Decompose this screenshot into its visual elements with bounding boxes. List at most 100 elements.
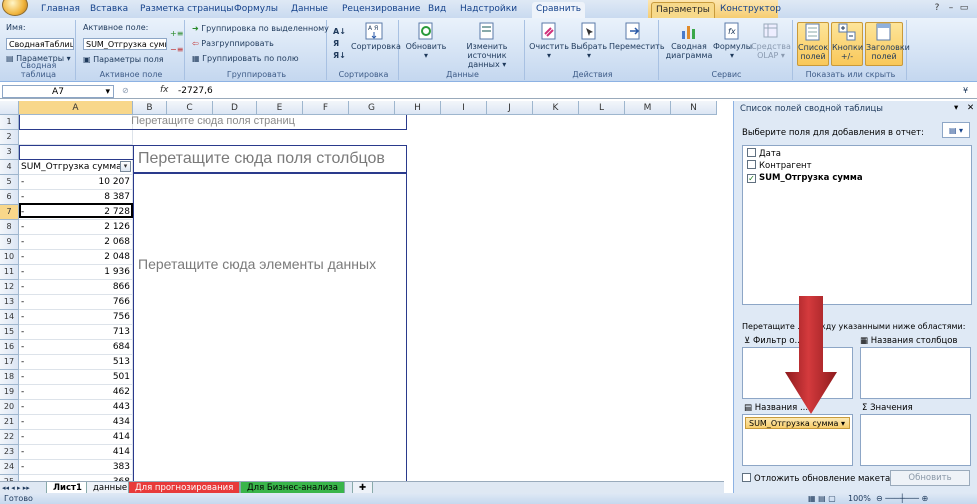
column-header-b[interactable]: B xyxy=(133,101,167,115)
table-row[interactable]: - 1 936 xyxy=(19,265,133,280)
restore-icon[interactable]: ▭ xyxy=(957,2,971,15)
change-source-button[interactable]: Изменить источник данных ▾ xyxy=(451,22,523,69)
row-header[interactable]: 8 xyxy=(0,220,19,235)
row-header[interactable]: 1 xyxy=(0,115,19,130)
table-row[interactable]: - 713 xyxy=(19,325,133,340)
column-header-m[interactable]: M xyxy=(625,101,671,115)
sort-az-icon[interactable]: A↓ Я xyxy=(333,26,346,48)
field-item-counterparty[interactable]: Контрагент xyxy=(747,160,812,172)
row-header[interactable]: 14 xyxy=(0,310,19,325)
tab-formulas[interactable]: Формулы xyxy=(230,2,282,18)
group-selection-button[interactable]: ➜ Группировка по выделенному xyxy=(192,23,329,35)
table-row[interactable]: - 513 xyxy=(19,355,133,370)
row-header[interactable]: 18 xyxy=(0,370,19,385)
field-params-button[interactable]: ▣ Параметры поля xyxy=(83,54,164,66)
sort-za-icon[interactable]: Я↓ xyxy=(333,50,346,62)
pivot-name-input[interactable]: СводнаяТаблица1 xyxy=(6,38,74,50)
row-header[interactable]: 21 xyxy=(0,415,19,430)
column-header-c[interactable]: C xyxy=(167,101,213,115)
column-header-h[interactable]: H xyxy=(395,101,441,115)
column-header-e[interactable]: E xyxy=(257,101,303,115)
tab-insert[interactable]: Вставка xyxy=(86,2,132,18)
table-row[interactable]: - 501 xyxy=(19,370,133,385)
move-button[interactable]: Переместить xyxy=(609,22,665,51)
table-row[interactable]: - 462 xyxy=(19,385,133,400)
row-header[interactable]: 12 xyxy=(0,280,19,295)
worksheet-grid[interactable]: ABCDEFGHIJKLMN 1 2 3 4 SUM_Отгрузка сумма 5-1… xyxy=(0,101,724,481)
table-row[interactable]: - 756 xyxy=(19,310,133,325)
expand-field-icon[interactable]: +≡ xyxy=(170,28,183,40)
clear-button[interactable]: Очистить ▾ xyxy=(529,22,569,60)
row-header[interactable]: 5 xyxy=(0,175,19,190)
table-row[interactable]: - 684 xyxy=(19,340,133,355)
pivot-chart-button[interactable]: Сводная диаграмма xyxy=(665,22,713,60)
row-header[interactable]: 6 xyxy=(0,190,19,205)
row-header[interactable]: 4 xyxy=(0,160,19,175)
row-header[interactable]: 19 xyxy=(0,385,19,400)
refresh-button[interactable]: Обновить ▾ xyxy=(403,22,449,60)
table-row[interactable]: - 414 xyxy=(19,430,133,445)
column-labels-area[interactable] xyxy=(860,347,971,399)
minimize-icon[interactable]: – xyxy=(944,2,958,15)
column-header-l[interactable]: L xyxy=(579,101,625,115)
table-row[interactable] xyxy=(19,130,133,145)
row-header[interactable]: 16 xyxy=(0,340,19,355)
chevron-down-icon[interactable]: ▾ xyxy=(841,418,845,429)
table-row[interactable]: - 10 207 xyxy=(19,175,133,190)
view-mode-icons[interactable]: ▦ ▤ ▢ xyxy=(808,493,836,504)
pane-close-icon[interactable]: ✕ xyxy=(967,103,974,113)
defer-update-checkbox[interactable]: Отложить обновление макета xyxy=(742,473,890,485)
table-row[interactable]: - 2 068 xyxy=(19,235,133,250)
ungroup-button[interactable]: ⇦ Разгруппировать xyxy=(192,38,274,50)
table-row[interactable]: - 443 xyxy=(19,400,133,415)
select-all-corner[interactable] xyxy=(0,101,19,115)
pane-menu-icon[interactable]: ▾ xyxy=(954,103,958,113)
checked-checkbox-icon[interactable]: ✓ xyxy=(747,174,756,183)
buttons-toggle[interactable]: Кнопки +/- xyxy=(831,22,863,66)
field-item-sum[interactable]: ✓ SUM_Отгрузка сумма xyxy=(747,172,863,184)
table-row[interactable]: - 383 xyxy=(19,460,133,475)
tab-view[interactable]: Вид xyxy=(424,2,450,18)
filter-dropdown-icon[interactable]: ▾ xyxy=(120,161,131,172)
row-header[interactable]: 7 xyxy=(0,205,19,220)
column-header-j[interactable]: J xyxy=(487,101,533,115)
row-header[interactable]: 13 xyxy=(0,295,19,310)
tab-compare[interactable]: Сравнить xyxy=(532,2,586,18)
expand-formula-icon[interactable]: ¥ xyxy=(963,85,968,97)
row-header[interactable]: 24 xyxy=(0,460,19,475)
column-fields-dropzone[interactable]: Перетащите сюда поля столбцов xyxy=(133,145,407,173)
tab-addins[interactable]: Надстройки xyxy=(456,2,521,18)
table-row[interactable]: - 434 xyxy=(19,415,133,430)
tab-home[interactable]: Главная xyxy=(37,2,84,18)
table-row[interactable]: SUM_Отгрузка сумма xyxy=(19,160,133,175)
column-header-g[interactable]: G xyxy=(349,101,395,115)
row-header[interactable]: 9 xyxy=(0,235,19,250)
formula-input[interactable]: -2727,6 xyxy=(178,85,213,97)
column-header-i[interactable]: I xyxy=(441,101,487,115)
row-field-chip[interactable]: SUM_Отгрузка сумма ▾ xyxy=(745,417,850,429)
tab-design[interactable]: Конструктор xyxy=(716,2,785,18)
column-header-d[interactable]: D xyxy=(213,101,257,115)
row-header[interactable]: 17 xyxy=(0,355,19,370)
table-row[interactable]: - 866 xyxy=(19,280,133,295)
office-button[interactable] xyxy=(2,0,28,16)
help-icon[interactable]: ? xyxy=(930,2,944,15)
row-header[interactable]: 2 xyxy=(0,130,19,145)
data-items-dropzone[interactable]: Перетащите сюда элементы данных xyxy=(133,173,407,481)
column-header-f[interactable]: F xyxy=(303,101,349,115)
row-header[interactable]: 22 xyxy=(0,430,19,445)
row-header[interactable]: 23 xyxy=(0,445,19,460)
table-row[interactable]: - 2 048 xyxy=(19,250,133,265)
column-header-a[interactable]: A xyxy=(19,101,133,115)
headers-toggle[interactable]: Заголовки полей xyxy=(865,22,910,66)
field-item-date[interactable]: Дата xyxy=(747,148,781,160)
tab-page-layout[interactable]: Разметка страницы xyxy=(136,2,238,18)
row-header[interactable]: 15 xyxy=(0,325,19,340)
table-row[interactable]: - 414 xyxy=(19,445,133,460)
field-list-toggle[interactable]: Список полей xyxy=(797,22,829,66)
active-field-input[interactable]: SUM_Отгрузка сумма xyxy=(83,38,167,50)
column-header-k[interactable]: K xyxy=(533,101,579,115)
tab-review[interactable]: Рецензирование xyxy=(338,2,424,18)
column-header-n[interactable]: N xyxy=(671,101,717,115)
name-box[interactable]: A7 ▾ xyxy=(2,85,114,98)
